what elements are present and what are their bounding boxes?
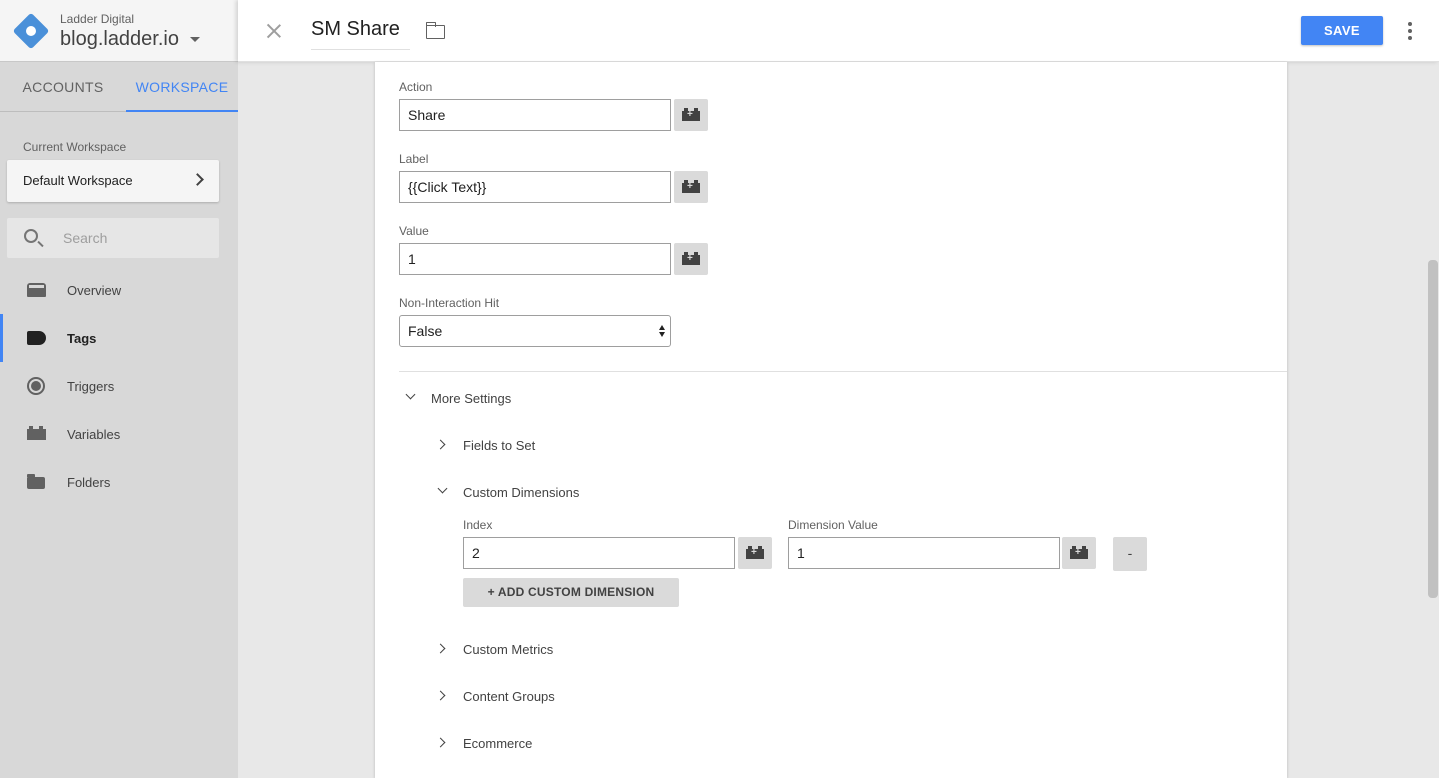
action-label: Action — [399, 80, 433, 94]
scrollbar[interactable] — [1428, 260, 1438, 598]
tag-editor-header: SM Share SAVE — [238, 0, 1439, 62]
sidebar-item-tags[interactable]: Tags — [0, 314, 238, 362]
overview-icon — [27, 283, 46, 297]
folder-icon[interactable] — [425, 22, 445, 39]
tab-accounts[interactable]: ACCOUNTS — [0, 62, 126, 111]
container-name[interactable]: blog.ladder.io — [60, 28, 179, 51]
select-arrows-icon — [659, 325, 666, 338]
save-button[interactable]: SAVE — [1301, 16, 1383, 45]
current-workspace-label: Current Workspace — [23, 140, 127, 154]
sidebar-item-overview[interactable]: Overview — [0, 266, 238, 314]
sidebar-item-variables[interactable]: Variables — [0, 410, 238, 458]
container-selector[interactable]: Ladder Digital blog.ladder.io — [0, 0, 238, 62]
non-interaction-value: False — [408, 323, 443, 339]
search-input[interactable]: Search — [7, 218, 219, 258]
variable-picker-button[interactable] — [1062, 537, 1096, 569]
sidebar-item-folders[interactable]: Folders — [0, 458, 238, 506]
variable-picker-button[interactable] — [674, 243, 708, 275]
sidebar-nav: Overview Tags Triggers Variables Folders — [0, 266, 238, 506]
close-icon[interactable] — [265, 22, 283, 40]
sidebar: Ladder Digital blog.ladder.io ACCOUNTS W… — [0, 0, 238, 778]
trigger-icon — [27, 377, 45, 395]
search-icon — [24, 229, 38, 243]
non-interaction-label: Non-Interaction Hit — [399, 296, 500, 310]
sidebar-item-label: Triggers — [67, 379, 115, 394]
sidebar-item-triggers[interactable]: Triggers — [0, 362, 238, 410]
add-variable-icon — [746, 546, 764, 559]
workspace-name: Default Workspace — [23, 173, 133, 188]
custom-metrics-toggle[interactable]: Custom Metrics — [463, 642, 553, 657]
add-variable-icon — [682, 252, 700, 265]
divider — [399, 371, 1287, 372]
non-interaction-select[interactable]: False — [399, 315, 671, 347]
content-groups-toggle[interactable]: Content Groups — [463, 689, 555, 704]
label-field[interactable]: {{Click Text}} — [399, 171, 671, 203]
tag-icon — [27, 331, 46, 345]
value-label: Value — [399, 224, 429, 238]
custom-dimensions-toggle[interactable]: Custom Dimensions — [463, 485, 579, 500]
sidebar-item-label: Variables — [67, 427, 121, 442]
more-vert-icon[interactable] — [1408, 22, 1412, 40]
dimension-value-field[interactable]: 1 — [788, 537, 1060, 569]
variable-picker-button[interactable] — [738, 537, 772, 569]
add-variable-icon — [682, 108, 700, 121]
caret-down-icon[interactable] — [190, 37, 200, 42]
sidebar-item-label: Tags — [67, 331, 97, 346]
tab-workspace[interactable]: WORKSPACE — [126, 62, 238, 112]
fields-to-set-toggle[interactable]: Fields to Set — [463, 438, 535, 453]
dimension-value-label: Dimension Value — [788, 518, 878, 532]
variable-icon — [27, 426, 46, 440]
value-field[interactable]: 1 — [399, 243, 671, 275]
tag-name-input[interactable]: SM Share — [311, 18, 410, 50]
index-label: Index — [463, 518, 493, 532]
sidebar-tabs: ACCOUNTS WORKSPACE — [0, 62, 238, 112]
gtm-logo-icon — [12, 12, 50, 50]
variable-picker-button[interactable] — [674, 171, 708, 203]
sidebar-item-label: Folders — [67, 475, 111, 490]
more-settings-toggle[interactable]: More Settings — [431, 391, 511, 406]
variable-picker-button[interactable] — [674, 99, 708, 131]
remove-dimension-button[interactable]: - — [1113, 537, 1147, 571]
ecommerce-toggle[interactable]: Ecommerce — [463, 736, 532, 751]
folder-icon — [27, 474, 45, 489]
add-variable-icon — [682, 180, 700, 193]
search-placeholder: Search — [63, 230, 108, 246]
index-field[interactable]: 2 — [463, 537, 735, 569]
add-variable-icon — [1070, 546, 1088, 559]
workspace-selector[interactable]: Default Workspace — [7, 160, 219, 202]
sidebar-item-label: Overview — [67, 283, 122, 298]
action-field[interactable]: Share — [399, 99, 671, 131]
label-label: Label — [399, 152, 429, 166]
add-custom-dimension-button[interactable]: + ADD CUSTOM DIMENSION — [463, 578, 679, 607]
tag-configuration-card — [375, 62, 1287, 778]
account-name: Ladder Digital — [60, 12, 135, 26]
chevron-right-icon — [191, 173, 204, 186]
